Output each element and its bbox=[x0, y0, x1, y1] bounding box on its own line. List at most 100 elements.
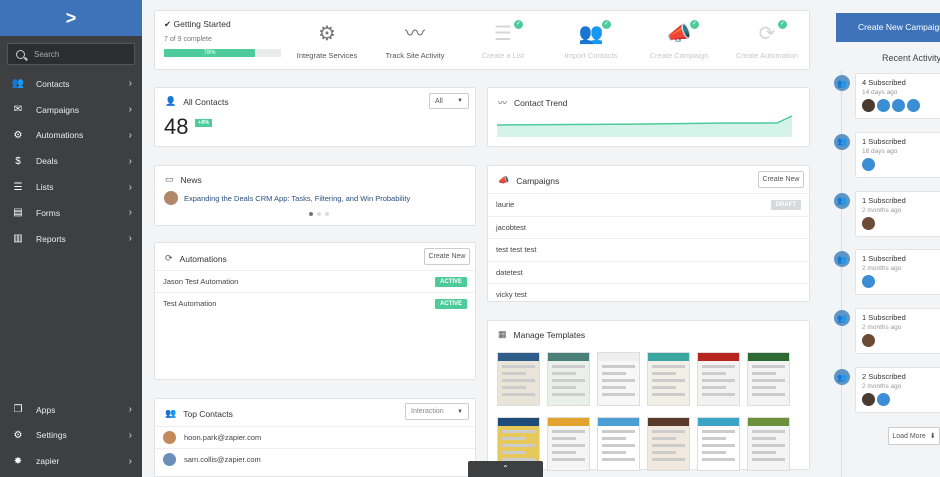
step-label: Create Campaign bbox=[649, 51, 709, 60]
activity-item[interactable]: 2 Subscribed 2 months ago bbox=[855, 367, 940, 413]
step-label: Import Contacts bbox=[564, 51, 618, 60]
automations-create-button[interactable]: Create New bbox=[424, 248, 470, 265]
template-line bbox=[702, 365, 735, 368]
pager-dot[interactable] bbox=[309, 212, 313, 216]
template-line bbox=[652, 444, 685, 447]
campaign-row[interactable]: vicky test bbox=[488, 283, 809, 305]
automation-row[interactable]: Test Automation ACTIVE bbox=[155, 292, 475, 314]
template-thumbnail[interactable] bbox=[697, 417, 740, 471]
activity-item[interactable]: 1 Subscribed 2 months ago bbox=[855, 308, 940, 355]
sidebar-item-label: Lists bbox=[36, 182, 54, 193]
activity-item[interactable]: 4 Subscribed 14 days ago bbox=[855, 73, 940, 119]
activity-item[interactable]: 1 Subscribed 18 days ago bbox=[855, 131, 940, 178]
campaign-row[interactable]: jacobtest bbox=[488, 215, 809, 238]
template-thumbnail[interactable] bbox=[497, 352, 540, 406]
pager-dot[interactable] bbox=[325, 212, 329, 216]
template-thumbnail[interactable] bbox=[747, 417, 790, 471]
campaign-row[interactable]: datetest bbox=[488, 260, 809, 283]
step-create-a-list[interactable]: ☰ ✓ Create a List bbox=[463, 20, 543, 60]
complete-check-icon: ✓ bbox=[690, 20, 699, 29]
sidebar-item-apps[interactable]: ❐ Apps › bbox=[0, 397, 142, 423]
template-line bbox=[502, 372, 526, 375]
step-track-site-activity[interactable]: 〰 Track Site Activity bbox=[375, 23, 455, 60]
sidebar-item-automations[interactable]: ⚙ Automations › bbox=[0, 123, 142, 149]
subscriber-avatar[interactable] bbox=[877, 99, 890, 112]
sidebar-item-lists[interactable]: ☰ Lists › bbox=[0, 174, 142, 200]
template-line bbox=[702, 437, 726, 440]
template-line bbox=[502, 451, 526, 454]
news-headline[interactable]: Expanding the Deals CRM App: Tasks, Filt… bbox=[184, 194, 410, 203]
contact-row[interactable]: sam.collis@zapier.com bbox=[155, 448, 475, 470]
campaign-row[interactable]: test test test bbox=[488, 238, 809, 260]
template-line bbox=[652, 365, 685, 368]
template-thumbnail[interactable] bbox=[597, 417, 640, 471]
chevron-right-icon: › bbox=[128, 233, 132, 245]
step-label: Track Site Activity bbox=[385, 51, 445, 60]
contacts-filter-select[interactable]: All ▼ bbox=[429, 93, 469, 109]
campaigns-title: Campaigns bbox=[516, 175, 560, 186]
pager-dot[interactable] bbox=[317, 212, 321, 216]
template-thumbnail[interactable] bbox=[647, 417, 690, 471]
chevron-right-icon: › bbox=[128, 404, 132, 415]
subscriber-avatar[interactable] bbox=[877, 393, 890, 406]
subscriber-avatar[interactable] bbox=[862, 99, 875, 112]
activity-item[interactable]: 1 Subscribed 2 months ago bbox=[855, 190, 940, 237]
template-thumbnail[interactable] bbox=[647, 352, 690, 406]
trend-line bbox=[497, 115, 793, 126]
campaigns-create-button[interactable]: Create New bbox=[758, 171, 804, 188]
template-thumbnail[interactable] bbox=[547, 352, 590, 406]
subscriber-avatar[interactable] bbox=[907, 99, 920, 112]
search-input[interactable]: Search bbox=[7, 43, 135, 65]
template-header bbox=[648, 353, 689, 361]
subscriber-avatar[interactable] bbox=[862, 157, 875, 171]
sidebar-item-label: Deals bbox=[36, 156, 58, 167]
sidebar-item-reports[interactable]: ▥ Reports › bbox=[0, 226, 142, 252]
campaign-row[interactable]: laurie DRAFT bbox=[488, 193, 809, 215]
sidebar-item-contacts[interactable]: 👥 Contacts › bbox=[0, 71, 142, 97]
logo-icon[interactable]: > bbox=[0, 0, 142, 36]
activity-avatars bbox=[862, 99, 938, 114]
news-pager[interactable] bbox=[307, 212, 331, 216]
activity-avatars bbox=[862, 275, 938, 290]
scroll-top-button[interactable]: ⌃ bbox=[468, 461, 543, 477]
sidebar-item-settings[interactable]: ⚙ Settings › bbox=[0, 422, 142, 448]
create-campaign-button[interactable]: Create New Campaign bbox=[836, 13, 940, 42]
template-header bbox=[698, 353, 739, 361]
arrow-down-icon: ⬇ bbox=[929, 433, 936, 440]
automation-name: Test Automation bbox=[163, 299, 217, 308]
sidebar-item-campaigns[interactable]: ✉ Campaigns › bbox=[0, 97, 142, 123]
subscriber-avatar[interactable] bbox=[862, 216, 875, 230]
sidebar-item-deals[interactable]: $ Deals › bbox=[0, 148, 142, 174]
activity-item[interactable]: 1 Subscribed 2 months ago bbox=[855, 249, 940, 296]
contact-row[interactable]: hoon.park@zapier.com bbox=[155, 426, 475, 448]
step-integrate-services[interactable]: ⚙ Integrate Services bbox=[287, 23, 367, 60]
template-thumbnail[interactable] bbox=[597, 352, 640, 406]
step-create-campaign[interactable]: 📣 ✓ Create Campaign bbox=[639, 20, 719, 60]
grid-icon: ▦ bbox=[498, 329, 507, 339]
template-thumbnail[interactable] bbox=[547, 417, 590, 471]
automation-name: Jason Test Automation bbox=[163, 277, 239, 286]
activity-title: 1 Subscribed bbox=[862, 313, 906, 323]
sidebar-item-forms[interactable]: ▤ Forms › bbox=[0, 200, 142, 226]
all-contacts-card: 👤 All Contacts 48 +9% All ▼ bbox=[154, 87, 476, 147]
step-import-contacts[interactable]: 👥 ✓ Import Contacts bbox=[551, 20, 631, 60]
template-line bbox=[652, 386, 676, 389]
subscriber-avatar[interactable] bbox=[892, 99, 905, 112]
caret-down-icon: ▼ bbox=[457, 98, 463, 104]
step-create-automation[interactable]: ⟳ ✓ Create Automation bbox=[727, 20, 807, 60]
template-thumbnail[interactable] bbox=[697, 352, 740, 406]
sidebar-item-zapier[interactable]: ✸ zapier › bbox=[0, 448, 142, 474]
subscriber-avatar[interactable] bbox=[862, 334, 875, 348]
template-line bbox=[752, 365, 785, 368]
subscriber-avatar[interactable] bbox=[862, 275, 875, 289]
template-thumbnail[interactable] bbox=[747, 352, 790, 406]
load-more-button[interactable]: Load More ⬇ bbox=[888, 427, 940, 445]
contacts-icon: 👥 bbox=[11, 78, 25, 90]
top-contacts-filter-select[interactable]: Interaction ▼ bbox=[405, 403, 469, 420]
contact-avatar bbox=[163, 453, 176, 466]
template-line bbox=[702, 379, 735, 382]
chevron-right-icon: › bbox=[128, 155, 132, 167]
campaign-name: datetest bbox=[496, 267, 523, 277]
automation-row[interactable]: Jason Test Automation ACTIVE bbox=[155, 270, 475, 292]
subscriber-avatar[interactable] bbox=[862, 393, 875, 406]
